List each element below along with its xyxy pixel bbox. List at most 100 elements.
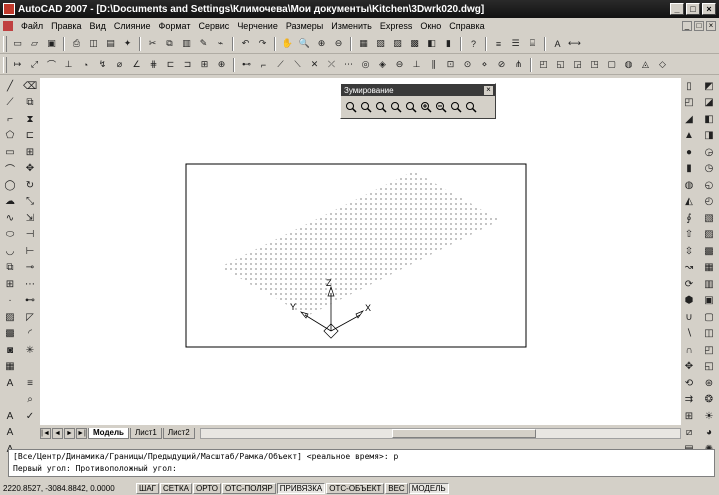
union-icon[interactable]: ∪ xyxy=(682,310,696,324)
toolbar-grip[interactable] xyxy=(3,35,7,52)
helix-icon[interactable]: ∮ xyxy=(682,211,696,225)
text-align-icon[interactable]: ≡ xyxy=(23,376,37,390)
lineweight-toggle[interactable]: ВЕС xyxy=(385,482,408,494)
3d-align-icon[interactable]: ⇉ xyxy=(682,393,696,407)
dimension-radius-icon[interactable]: ◔ xyxy=(79,58,92,71)
sheet-set-icon[interactable]: ▩ xyxy=(408,37,421,50)
tab-model[interactable]: Модель xyxy=(88,428,129,439)
3d-array-icon[interactable]: ⊞ xyxy=(682,409,696,423)
menu-format[interactable]: Формат xyxy=(155,21,195,31)
tab-layout1[interactable]: Лист1 xyxy=(129,428,162,439)
polygon-icon[interactable]: ⬠ xyxy=(3,129,17,143)
zoom-center-icon[interactable] xyxy=(389,100,403,114)
snap-endpoint-icon[interactable]: ⟋ xyxy=(274,58,287,71)
cut-icon[interactable]: ✂ xyxy=(146,37,159,50)
snap-none-icon[interactable]: ⊘ xyxy=(495,58,508,71)
menu-draw[interactable]: Черчение xyxy=(233,21,282,31)
cylinder-icon[interactable]: ▢ xyxy=(605,58,618,71)
zoom-scale-icon[interactable] xyxy=(374,100,388,114)
dimension-linear-icon[interactable]: ↦ xyxy=(11,58,24,71)
doc-minimize-button[interactable]: _ xyxy=(682,20,692,31)
box-solid-icon[interactable]: ◰ xyxy=(682,96,696,110)
menu-express[interactable]: Express xyxy=(376,21,417,31)
quick-dimension-icon[interactable]: ⋕ xyxy=(147,58,160,71)
drawing-area[interactable]: Z Y X xyxy=(40,78,681,425)
scale-icon[interactable]: ⤡ xyxy=(23,195,37,209)
line-icon[interactable]: ╱ xyxy=(3,79,17,93)
snap-temp-track-icon[interactable]: ⊷ xyxy=(240,58,253,71)
extrude-faces-icon[interactable]: ◩ xyxy=(702,79,716,93)
rotate-icon[interactable]: ↻ xyxy=(23,178,37,192)
copy-icon[interactable]: ⧉ xyxy=(163,37,176,50)
plot-preview-icon[interactable]: ◫ xyxy=(87,37,100,50)
snap-nearest-icon[interactable]: ⋄ xyxy=(478,58,491,71)
design-center-icon[interactable]: ▧ xyxy=(374,37,387,50)
table-icon[interactable]: ▦ xyxy=(3,360,17,374)
dim-style-icon[interactable]: ⟷ xyxy=(568,37,581,50)
copy-faces-icon[interactable]: ◵ xyxy=(702,178,716,192)
move-faces-icon[interactable]: ◪ xyxy=(702,96,716,110)
orbit-icon[interactable]: ⊛ xyxy=(702,376,716,390)
new-icon[interactable]: ▭ xyxy=(11,37,24,50)
offset-icon[interactable]: ⊏ xyxy=(23,129,37,143)
close-button[interactable]: × xyxy=(702,3,716,15)
dimension-baseline-icon[interactable]: ⊏ xyxy=(164,58,177,71)
tab-prev-button[interactable]: ◄ xyxy=(52,428,63,439)
dimension-jogged-icon[interactable]: ↯ xyxy=(96,58,109,71)
zoom-toolbar-close-button[interactable]: × xyxy=(484,85,493,95)
extend-icon[interactable]: ⊢ xyxy=(23,244,37,258)
multiline-text-icon[interactable]: A xyxy=(3,376,17,390)
3d-move-icon[interactable]: ✥ xyxy=(682,360,696,374)
center-mark-icon[interactable]: ⊕ xyxy=(215,58,228,71)
zoom-object-icon[interactable] xyxy=(404,100,418,114)
menu-merge[interactable]: Слияние xyxy=(110,21,155,31)
help-icon[interactable]: ? xyxy=(467,37,480,50)
move-icon[interactable]: ✥ xyxy=(23,162,37,176)
pyramid-icon[interactable]: ◬ xyxy=(639,58,652,71)
intersect-icon[interactable]: ∩ xyxy=(682,343,696,357)
arc-icon[interactable]: ⌒ xyxy=(3,162,17,176)
subtract-icon[interactable]: ∖ xyxy=(682,327,696,341)
box-icon[interactable]: ◰ xyxy=(537,58,550,71)
tool-palettes-icon[interactable]: ▨ xyxy=(391,37,404,50)
polar-toggle[interactable]: ОТС-ПОЛЯР xyxy=(221,482,276,494)
clean-icon[interactable]: ▦ xyxy=(702,261,716,275)
grid-toggle[interactable]: СЕТКА xyxy=(160,482,192,494)
plot-icon[interactable]: ⎙ xyxy=(70,37,83,50)
coordinate-readout[interactable]: 2220.8527, -3084.8842, 0.0000 xyxy=(0,484,136,493)
ellipse-icon[interactable]: ⬭ xyxy=(3,228,17,242)
minimize-button[interactable]: _ xyxy=(670,3,684,15)
menu-file[interactable]: Файл xyxy=(17,21,47,31)
zoom-all-icon[interactable] xyxy=(449,100,463,114)
layer-icon[interactable]: ≡ xyxy=(492,37,505,50)
dimension-angular-icon[interactable]: ∠ xyxy=(130,58,143,71)
spline-icon[interactable]: ∿ xyxy=(3,211,17,225)
make-block-icon[interactable]: ⊞ xyxy=(3,277,17,291)
break-icon[interactable]: ⋯ xyxy=(23,277,37,291)
chamfer-icon[interactable]: ◸ xyxy=(23,310,37,324)
cone-icon[interactable]: ◲ xyxy=(571,58,584,71)
snap-midpoint-icon[interactable]: ⟍ xyxy=(291,58,304,71)
sphere-icon[interactable]: ◳ xyxy=(588,58,601,71)
properties-icon[interactable]: ▦ xyxy=(357,37,370,50)
zoom-window-icon[interactable] xyxy=(344,100,358,114)
view-back-icon[interactable]: ◰ xyxy=(702,343,716,357)
pyramid-solid-icon[interactable]: ◭ xyxy=(682,195,696,209)
text-icon[interactable]: A xyxy=(3,409,17,423)
erase-icon[interactable]: ⌫ xyxy=(23,79,37,93)
ortho-toggle[interactable]: ОРТО xyxy=(193,482,221,494)
layer-previous-icon[interactable]: ⌸ xyxy=(526,37,539,50)
zoom-dynamic-icon[interactable] xyxy=(359,100,373,114)
zoom-out-icon[interactable] xyxy=(434,100,448,114)
snap-extension-icon[interactable]: ⋯ xyxy=(342,58,355,71)
find-icon[interactable]: ⌕ xyxy=(23,393,37,407)
horizontal-scroll-thumb[interactable] xyxy=(392,429,537,438)
extrude-icon[interactable]: ⇧ xyxy=(682,228,696,242)
color-edges-icon[interactable]: ▨ xyxy=(702,228,716,242)
copy-object-icon[interactable]: ⧉ xyxy=(23,96,37,110)
3d-rotate-icon[interactable]: ⟲ xyxy=(682,376,696,390)
dimension-ordinate-icon[interactable]: ⊥ xyxy=(62,58,75,71)
ellipse-arc-icon[interactable]: ◡ xyxy=(3,244,17,258)
mirror-icon[interactable]: ⧗ xyxy=(23,112,37,126)
zoom-previous-icon[interactable]: ⊖ xyxy=(332,37,345,50)
